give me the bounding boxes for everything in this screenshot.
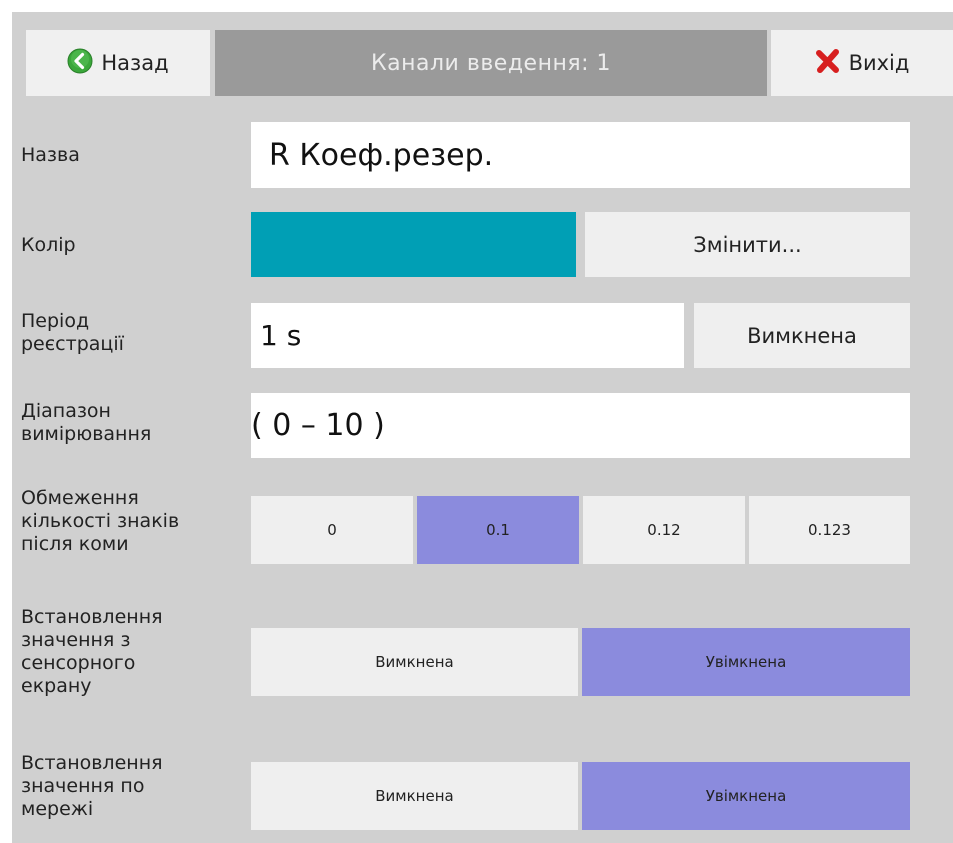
exit-button[interactable]: Вихід <box>771 30 953 96</box>
page-title: Канали введення: 1 <box>215 30 767 96</box>
touch-set-label-line: значення з <box>21 629 131 651</box>
touch-set-label-line: Встановлення <box>21 606 163 628</box>
range-label-line: Діапазон <box>21 400 111 422</box>
range-label: Діапазон вимірювання <box>21 400 151 446</box>
network-set-label-line: Встановлення <box>21 752 163 774</box>
decimals-label-line: кількості знаків <box>21 510 180 532</box>
close-icon <box>815 48 841 79</box>
color-label: Колір <box>21 234 76 256</box>
range-field[interactable]: ( 0 – 10 ) <box>251 393 910 458</box>
back-label: Назад <box>101 51 169 75</box>
network-set-on-button[interactable]: Увімкнена <box>582 762 910 830</box>
change-color-button[interactable]: Змінити... <box>585 212 910 277</box>
touch-set-label: Встановлення значення з сенсорного екран… <box>21 606 163 698</box>
period-toggle-button[interactable]: Вимкнена <box>694 303 910 368</box>
decimals-option-1[interactable]: 0.1 <box>417 496 579 564</box>
touch-set-label-line: сенсорного <box>21 652 136 674</box>
network-set-label-line: значення по <box>21 775 145 797</box>
touch-set-label-line: екрану <box>21 675 92 697</box>
name-field[interactable]: R Коеф.резер. <box>251 122 910 188</box>
color-swatch <box>251 212 576 277</box>
top-bar: Назад Канали введення: 1 Вихід <box>12 12 953 98</box>
exit-label: Вихід <box>848 51 910 75</box>
touch-set-on-button[interactable]: Увімкнена <box>582 628 910 696</box>
decimals-option-0[interactable]: 0 <box>251 496 413 564</box>
back-button[interactable]: Назад <box>26 30 210 96</box>
period-label-line: реєстрації <box>21 333 124 355</box>
name-label: Назва <box>21 144 80 166</box>
period-field[interactable]: 1 s <box>251 303 684 368</box>
decimals-option-3[interactable]: 0.123 <box>749 496 910 564</box>
decimals-option-2[interactable]: 0.12 <box>583 496 745 564</box>
decimals-label-line: Обмеження <box>21 487 139 509</box>
range-label-line: вимірювання <box>21 423 152 445</box>
touch-set-off-button[interactable]: Вимкнена <box>251 628 578 696</box>
network-set-label: Встановлення значення по мережі <box>21 752 163 821</box>
period-label: Період реєстрації <box>21 310 124 356</box>
network-set-label-line: мережі <box>21 798 94 820</box>
period-label-line: Період <box>21 310 90 332</box>
network-set-off-button[interactable]: Вимкнена <box>251 762 578 830</box>
decimals-label: Обмеження кількості знаків після коми <box>21 487 179 556</box>
decimals-label-line: після коми <box>21 533 129 555</box>
channel-settings-screen: Назад Канали введення: 1 Вихід Назва R К… <box>12 12 953 843</box>
back-arrow-icon <box>67 48 93 79</box>
